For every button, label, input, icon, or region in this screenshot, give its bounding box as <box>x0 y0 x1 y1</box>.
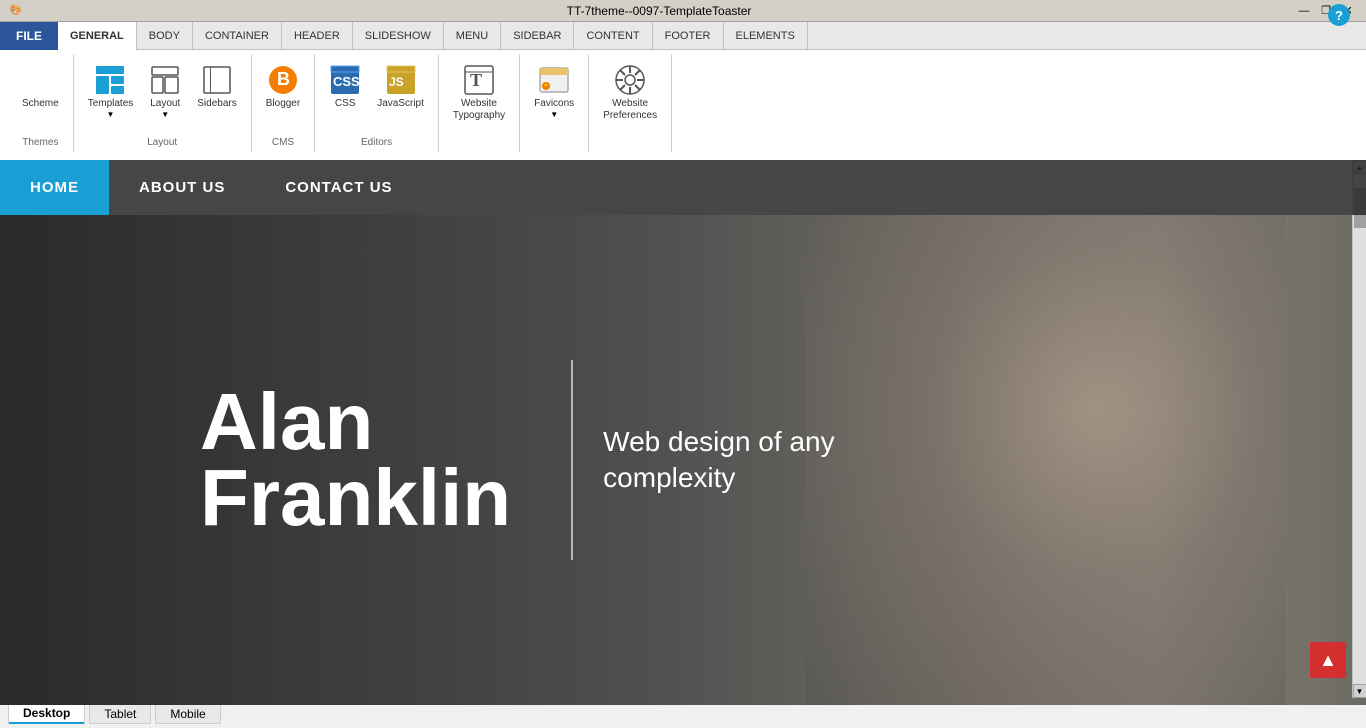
ribbon-group-typography: T Website Typography <box>439 54 520 152</box>
ribbon-group-layout: Templates ▼ Layout ▼ <box>74 54 252 152</box>
layout-arrow: ▼ <box>161 110 169 119</box>
css-icon: CSS <box>329 64 361 96</box>
app-icon: 🎨 <box>8 3 24 19</box>
vertical-scrollbar[interactable]: ▲ ▼ <box>1352 160 1366 698</box>
tablet-tab[interactable]: Tablet <box>89 704 151 724</box>
nav-about[interactable]: ABOUT US <box>109 160 255 215</box>
mobile-tab[interactable]: Mobile <box>155 704 220 724</box>
tab-general[interactable]: GENERAL <box>58 22 137 50</box>
scheme-button[interactable]: Scheme <box>16 60 65 114</box>
layout-group-items: Templates ▼ Layout ▼ <box>82 58 243 133</box>
svg-text:JS: JS <box>389 75 404 89</box>
hero-name-line1: Alan <box>200 384 511 460</box>
hero-name: Alan Franklin <box>200 384 511 536</box>
ribbon-group-preferences: Website Preferences <box>589 54 672 152</box>
cms-group-label: CMS <box>272 133 294 148</box>
tab-footer[interactable]: FOOTER <box>653 22 724 50</box>
hero-section: Alan Franklin Web design of any complexi… <box>0 215 1366 705</box>
layout-button[interactable]: Layout ▼ <box>143 60 187 123</box>
tab-elements[interactable]: ELEMENTS <box>724 22 808 50</box>
preferences-icon <box>614 64 646 96</box>
themes-group-items: Scheme <box>16 58 65 133</box>
sidebars-button[interactable]: Sidebars <box>191 60 242 114</box>
favicons-button[interactable]: Favicons ▼ <box>528 60 580 123</box>
blogger-button[interactable]: B Blogger <box>260 60 306 114</box>
sidebars-label: Sidebars <box>197 98 236 110</box>
tab-menu[interactable]: MENU <box>444 22 501 50</box>
ribbon-group-cms: B Blogger CMS <box>252 54 315 152</box>
ribbon: Scheme Themes Templates ▼ <box>0 50 1366 160</box>
title-bar-title: TT-7theme--0097-TemplateToaster <box>24 4 1294 18</box>
javascript-label: JavaScript <box>377 98 424 110</box>
preferences-label: Website Preferences <box>603 98 657 122</box>
hero-tagline: Web design of any complexity <box>603 424 923 497</box>
tab-container[interactable]: CONTAINER <box>193 22 282 50</box>
favicons-arrow: ▼ <box>550 110 558 119</box>
tab-content[interactable]: CONTENT <box>574 22 652 50</box>
ribbon-group-editors: CSS CSS JS JavaScript Editors <box>315 54 439 152</box>
templates-label: Templates <box>88 98 134 110</box>
typography-icon: T <box>463 64 495 96</box>
file-tab[interactable]: FILE <box>0 22 58 50</box>
nav-contact[interactable]: CONTACT US <box>255 160 422 215</box>
title-bar: 🎨 TT-7theme--0097-TemplateToaster — ❐ ✕ <box>0 0 1366 22</box>
ribbon-group-themes: Scheme Themes <box>8 54 74 152</box>
javascript-icon: JS <box>385 64 417 96</box>
ribbon-group-favicons: Favicons ▼ <box>520 54 589 152</box>
scheme-label: Scheme <box>22 98 59 110</box>
favicons-icon <box>538 64 570 96</box>
layout-group-label: Layout <box>147 133 177 148</box>
hero-name-line2: Franklin <box>200 460 511 536</box>
layout-icon <box>149 64 181 96</box>
tab-header[interactable]: HEADER <box>282 22 353 50</box>
themes-group-label: Themes <box>22 133 58 148</box>
minimize-button[interactable]: — <box>1294 3 1314 19</box>
preferences-group-items: Website Preferences <box>597 58 663 148</box>
scroll-top-button[interactable]: ▲ <box>1310 642 1346 678</box>
css-label: CSS <box>335 98 356 110</box>
css-button[interactable]: CSS CSS <box>323 60 367 114</box>
scheme-icon <box>24 64 56 96</box>
typography-label: Website Typography <box>453 98 505 122</box>
typography-group-items: T Website Typography <box>447 58 511 148</box>
svg-text:CSS: CSS <box>333 74 360 89</box>
favicons-label: Favicons <box>534 98 574 110</box>
tab-body[interactable]: BODY <box>137 22 193 50</box>
svg-text:T: T <box>470 70 482 90</box>
editors-group-items: CSS CSS JS JavaScript <box>323 58 430 133</box>
javascript-button[interactable]: JS JavaScript <box>371 60 430 114</box>
preview-container: HOME ABOUT US CONTACT US Alan Franklin W… <box>0 160 1366 698</box>
tab-bar: FILE GENERAL BODY CONTAINER HEADER SLIDE… <box>0 22 1366 50</box>
favicons-group-items: Favicons ▼ <box>528 58 580 148</box>
website-typography-button[interactable]: T Website Typography <box>447 60 511 126</box>
help-button[interactable]: ? <box>1328 4 1350 26</box>
templates-arrow: ▼ <box>107 110 115 119</box>
nav-home[interactable]: HOME <box>0 160 109 215</box>
hero-divider <box>571 360 573 560</box>
website-preview: HOME ABOUT US CONTACT US Alan Franklin W… <box>0 160 1366 698</box>
tab-slideshow[interactable]: SLIDESHOW <box>353 22 444 50</box>
scroll-down-arrow[interactable]: ▼ <box>1353 684 1366 698</box>
editors-group-label: Editors <box>361 133 392 148</box>
tab-sidebar[interactable]: SIDEBAR <box>501 22 574 50</box>
layout-label: Layout <box>150 98 180 110</box>
website-preferences-button[interactable]: Website Preferences <box>597 60 663 126</box>
sidebars-icon <box>201 64 233 96</box>
templates-icon <box>94 64 126 96</box>
title-bar-left: 🎨 <box>8 3 24 19</box>
desktop-tab[interactable]: Desktop <box>8 703 85 724</box>
cms-group-items: B Blogger <box>260 58 306 133</box>
templates-button[interactable]: Templates ▼ <box>82 60 140 123</box>
hero-content: Alan Franklin Web design of any complexi… <box>0 360 923 560</box>
svg-text:B: B <box>277 69 290 89</box>
blogger-label: Blogger <box>266 98 300 110</box>
blogger-icon: B <box>267 64 299 96</box>
site-navigation: HOME ABOUT US CONTACT US <box>0 160 1366 215</box>
